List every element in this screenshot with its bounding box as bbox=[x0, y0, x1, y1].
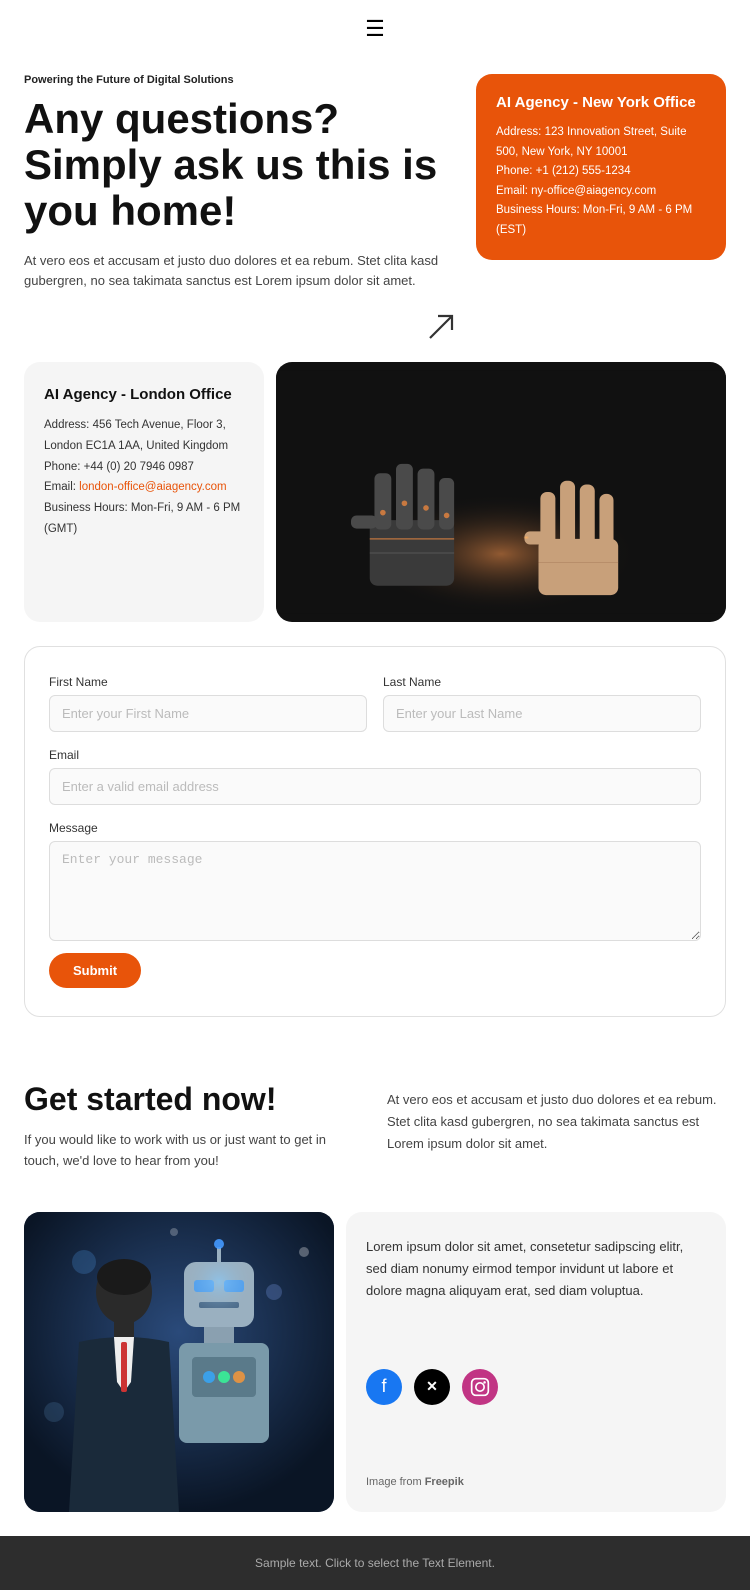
bottom-text-card: Lorem ipsum dolor sit amet, consetetur s… bbox=[346, 1212, 726, 1512]
ny-office-title: AI Agency - New York Office bbox=[496, 94, 706, 111]
email-input[interactable] bbox=[49, 768, 701, 805]
ny-address: Address: 123 Innovation Street, Suite 50… bbox=[496, 123, 706, 162]
ny-hours: Business Hours: Mon-Fri, 9 AM - 6 PM (ES… bbox=[496, 201, 706, 240]
bottom-lorem-text: Lorem ipsum dolor sit amet, consetetur s… bbox=[366, 1236, 706, 1302]
hero-left: Powering the Future of Digital Solutions… bbox=[24, 74, 460, 346]
hamburger-icon[interactable]: ☰ bbox=[365, 16, 385, 42]
freepik-brand: Freepik bbox=[425, 1476, 464, 1488]
get-started-title: Get started now! bbox=[24, 1081, 363, 1118]
arrow-icon bbox=[422, 308, 460, 346]
last-name-label: Last Name bbox=[383, 675, 701, 689]
twitter-icon[interactable]: ✕ bbox=[414, 1369, 450, 1405]
social-icons-row: f ✕ bbox=[366, 1369, 706, 1405]
ny-email: Email: ny-office@aiagency.com bbox=[496, 182, 706, 202]
ny-phone: Phone: +1 (212) 555-1234 bbox=[496, 162, 706, 182]
submit-button[interactable]: Submit bbox=[49, 953, 141, 988]
email-group: Email bbox=[49, 748, 701, 805]
message-group: Message bbox=[49, 821, 701, 941]
hero-description: At vero eos et accusam et justo duo dolo… bbox=[24, 251, 460, 293]
hero-tagline: Powering the Future of Digital Solutions bbox=[24, 74, 460, 86]
get-started-left: Get started now! If you would like to wo… bbox=[24, 1081, 363, 1172]
contact-form-section: First Name Last Name Email Message Submi… bbox=[24, 646, 726, 1017]
robot-hands-image bbox=[276, 362, 726, 622]
london-hours: Business Hours: Mon-Fri, 9 AM - 6 PM (GM… bbox=[44, 498, 244, 539]
london-office-card: AI Agency - London Office Address: 456 T… bbox=[24, 362, 264, 622]
get-started-right: At vero eos et accusam et justo duo dolo… bbox=[387, 1089, 726, 1155]
first-name-label: First Name bbox=[49, 675, 367, 689]
london-office-details: Address: 456 Tech Avenue, Floor 3, Londo… bbox=[44, 415, 244, 539]
message-textarea[interactable] bbox=[49, 841, 701, 941]
footer-text[interactable]: Sample text. Click to select the Text El… bbox=[255, 1556, 495, 1570]
bottom-image bbox=[24, 1212, 334, 1512]
london-image-row: AI Agency - London Office Address: 456 T… bbox=[0, 362, 750, 622]
london-email: Email: london-office@aiagency.com bbox=[44, 477, 244, 498]
navbar: ☰ bbox=[0, 0, 750, 58]
london-phone: Phone: +44 (0) 20 7946 0987 bbox=[44, 457, 244, 478]
footer: Sample text. Click to select the Text El… bbox=[0, 1536, 750, 1590]
message-label: Message bbox=[49, 821, 701, 835]
get-started-subtitle: If you would like to work with us or jus… bbox=[24, 1130, 363, 1172]
ny-office-details: Address: 123 Innovation Street, Suite 50… bbox=[496, 123, 706, 240]
instagram-svg bbox=[470, 1377, 490, 1397]
facebook-icon[interactable]: f bbox=[366, 1369, 402, 1405]
hero-title: Any questions? Simply ask us this is you… bbox=[24, 96, 460, 235]
london-office-title: AI Agency - London Office bbox=[44, 386, 244, 403]
bottom-section: Lorem ipsum dolor sit amet, consetetur s… bbox=[24, 1212, 726, 1512]
form-name-row: First Name Last Name bbox=[49, 675, 701, 732]
get-started-section: Get started now! If you would like to wo… bbox=[0, 1041, 750, 1212]
instagram-icon[interactable] bbox=[462, 1369, 498, 1405]
man-robot-svg bbox=[24, 1212, 334, 1512]
first-name-group: First Name bbox=[49, 675, 367, 732]
email-label: Email bbox=[49, 748, 701, 762]
first-name-input[interactable] bbox=[49, 695, 367, 732]
london-email-link[interactable]: london-office@aiagency.com bbox=[79, 481, 226, 493]
last-name-group: Last Name bbox=[383, 675, 701, 732]
robot-hands-svg bbox=[276, 362, 726, 622]
last-name-input[interactable] bbox=[383, 695, 701, 732]
freepik-credit: Image from Freepik bbox=[366, 1476, 706, 1488]
hero-section: Powering the Future of Digital Solutions… bbox=[0, 58, 750, 362]
london-address: Address: 456 Tech Avenue, Floor 3, Londo… bbox=[44, 415, 244, 456]
hero-arrow bbox=[24, 308, 460, 346]
ny-office-card: AI Agency - New York Office Address: 123… bbox=[476, 74, 726, 260]
